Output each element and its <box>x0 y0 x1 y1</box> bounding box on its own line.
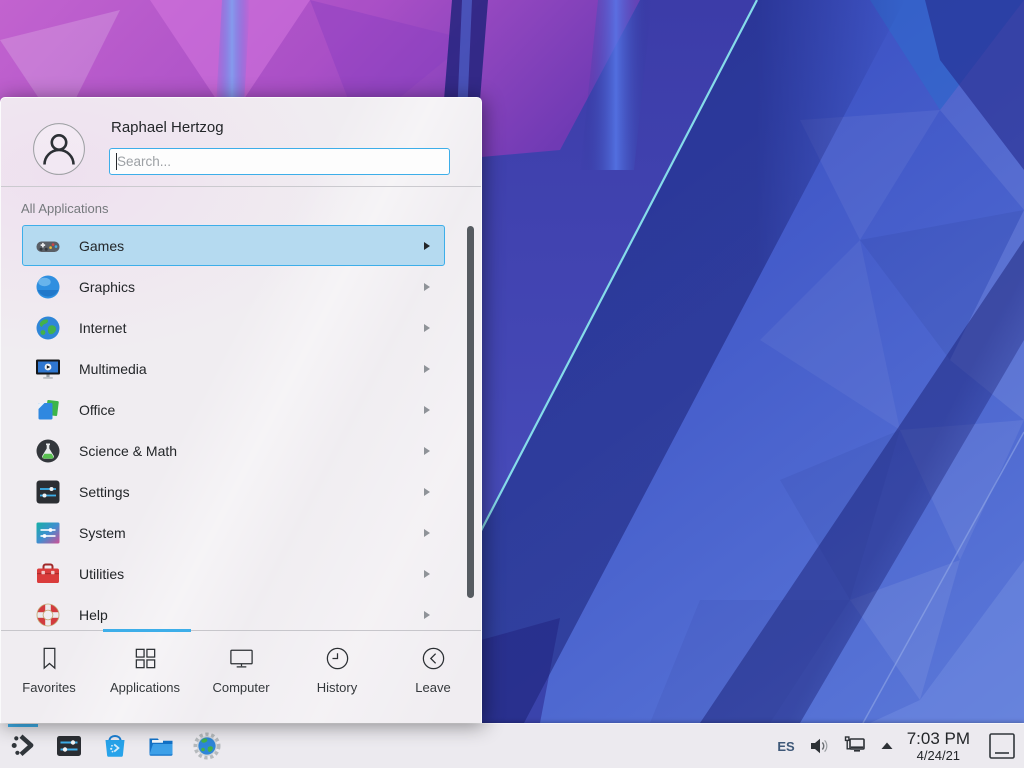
submenu-arrow-icon <box>424 488 430 496</box>
tab-computer[interactable]: Computer <box>193 631 289 695</box>
sphere-icon <box>34 273 62 301</box>
category-label: System <box>79 525 126 541</box>
menu-header: Raphael Hertzog <box>1 98 481 187</box>
tab-leave[interactable]: Leave <box>385 631 481 695</box>
active-tab-indicator <box>103 629 191 632</box>
caret-up-icon[interactable] <box>879 738 895 754</box>
category-row-system[interactable]: System <box>22 512 445 553</box>
gamepad-icon <box>34 232 62 260</box>
submenu-arrow-icon <box>424 242 430 250</box>
globe-icon <box>34 314 62 342</box>
system-settings-icon[interactable] <box>54 731 84 761</box>
file-manager-icon[interactable] <box>146 731 176 761</box>
category-label: Graphics <box>79 279 135 295</box>
category-row-multimedia[interactable]: Multimedia <box>22 348 445 389</box>
sliders-color-icon <box>34 519 62 547</box>
volume-icon[interactable] <box>808 735 830 757</box>
category-label: Office <box>79 402 115 418</box>
app-launcher-icon[interactable] <box>8 731 38 761</box>
toolbox-icon <box>34 560 62 588</box>
submenu-arrow-icon <box>424 447 430 455</box>
monitor-play-icon <box>34 355 62 383</box>
application-launcher-menu: Raphael Hertzog All Applications Games <box>0 97 482 723</box>
clock-icon <box>324 645 351 672</box>
category-row-office[interactable]: Office <box>22 389 445 430</box>
submenu-arrow-icon <box>424 365 430 373</box>
category-label: Science & Math <box>79 443 177 459</box>
submenu-arrow-icon <box>424 611 430 619</box>
menu-footer: Favorites Applications Computer <box>1 630 481 723</box>
search-input[interactable] <box>109 148 450 175</box>
list-scrollbar[interactable] <box>467 226 474 598</box>
category-row-utilities[interactable]: Utilities <box>22 553 445 594</box>
application-category-list: Games Graphics Internet <box>1 225 481 630</box>
bookmark-icon <box>36 645 63 672</box>
sliders-dark-icon <box>34 478 62 506</box>
category-label: Help <box>79 607 108 623</box>
category-label: Settings <box>79 484 130 500</box>
tab-label: Leave <box>415 680 450 695</box>
system-tray: ES 7:03 PM 4/24/21 <box>777 724 1024 768</box>
category-row-settings[interactable]: Settings <box>22 471 445 512</box>
desktop: ES 7:03 PM 4/24/21 <box>0 0 1024 768</box>
taskbar-launchers <box>8 724 222 768</box>
submenu-arrow-icon <box>424 570 430 578</box>
clock-widget[interactable]: 7:03 PM 4/24/21 <box>907 729 970 763</box>
tab-label: Applications <box>110 680 180 695</box>
flask-icon <box>34 437 62 465</box>
show-desktop-icon[interactable] <box>988 732 1016 760</box>
category-label: Utilities <box>79 566 124 582</box>
submenu-arrow-icon <box>424 529 430 537</box>
grid-icon <box>132 645 159 672</box>
tab-applications[interactable]: Applications <box>97 631 193 695</box>
tab-favorites[interactable]: Favorites <box>1 631 97 695</box>
tab-label: Computer <box>212 680 269 695</box>
computer-icon <box>228 645 255 672</box>
category-row-science-math[interactable]: Science & Math <box>22 430 445 471</box>
category-label: Multimedia <box>79 361 147 377</box>
clock-date: 4/24/21 <box>917 748 960 763</box>
category-row-graphics[interactable]: Graphics <box>22 266 445 307</box>
category-row-help[interactable]: Help <box>22 594 445 630</box>
taskbar: ES 7:03 PM 4/24/21 <box>0 723 1024 768</box>
section-label: All Applications <box>21 201 108 216</box>
submenu-arrow-icon <box>424 406 430 414</box>
user-name: Raphael Hertzog <box>111 119 224 136</box>
submenu-arrow-icon <box>424 324 430 332</box>
tab-history[interactable]: History <box>289 631 385 695</box>
web-browser-icon[interactable] <box>192 731 222 761</box>
leave-icon <box>420 645 447 672</box>
keyboard-layout-indicator[interactable]: ES <box>777 739 794 754</box>
network-icon[interactable] <box>842 734 867 758</box>
submenu-arrow-icon <box>424 283 430 291</box>
category-label: Games <box>79 238 124 254</box>
lifering-icon <box>34 601 62 629</box>
user-avatar[interactable] <box>33 123 85 175</box>
category-label: Internet <box>79 320 126 336</box>
tab-label: Favorites <box>22 680 75 695</box>
text-cursor <box>116 153 117 170</box>
tab-label: History <box>317 680 357 695</box>
documents-icon <box>34 396 62 424</box>
clock-time: 7:03 PM <box>907 729 970 748</box>
category-row-games[interactable]: Games <box>22 225 445 266</box>
discover-icon[interactable] <box>100 731 130 761</box>
category-row-internet[interactable]: Internet <box>22 307 445 348</box>
